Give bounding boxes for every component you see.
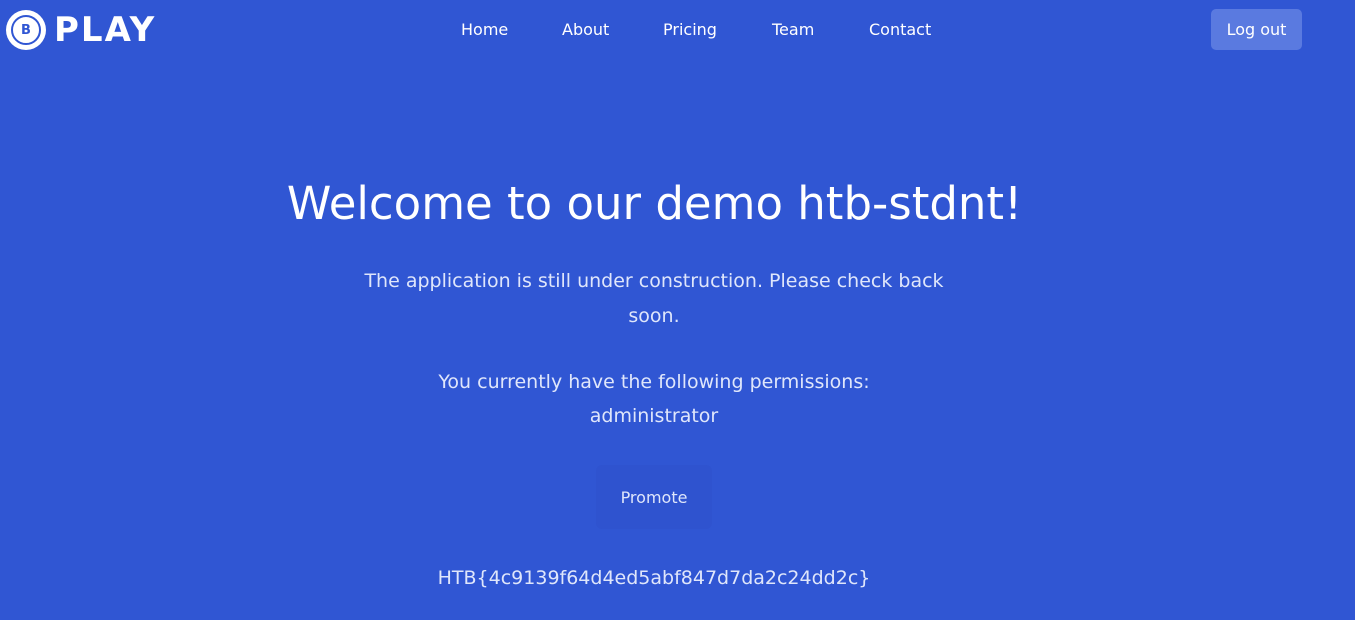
page-title: Welcome to our demo htb-stdnt!	[286, 177, 1023, 230]
permissions-value: administrator	[589, 405, 719, 427]
nav-link-about[interactable]: About	[562, 19, 609, 41]
flag-text: HTB{4c9139f64d4ed5abf847d7da2c24dd2c}	[437, 567, 871, 589]
construction-message: The application is still under construct…	[364, 270, 944, 327]
logout-button[interactable]: Log out	[1211, 9, 1302, 50]
header: B PLAY Home About Pricing Team Contact L…	[0, 0, 1355, 62]
nav-link-home[interactable]: Home	[461, 19, 508, 41]
permissions-block: You currently have the following permiss…	[400, 365, 908, 433]
main-nav: Home About Pricing Team Contact	[0, 19, 1355, 43]
nav-link-team[interactable]: Team	[772, 19, 814, 41]
promote-button[interactable]: Promote	[596, 465, 712, 529]
permissions-label: You currently have the following permiss…	[438, 371, 870, 393]
nav-link-contact[interactable]: Contact	[869, 19, 931, 41]
nav-link-pricing[interactable]: Pricing	[663, 19, 717, 41]
